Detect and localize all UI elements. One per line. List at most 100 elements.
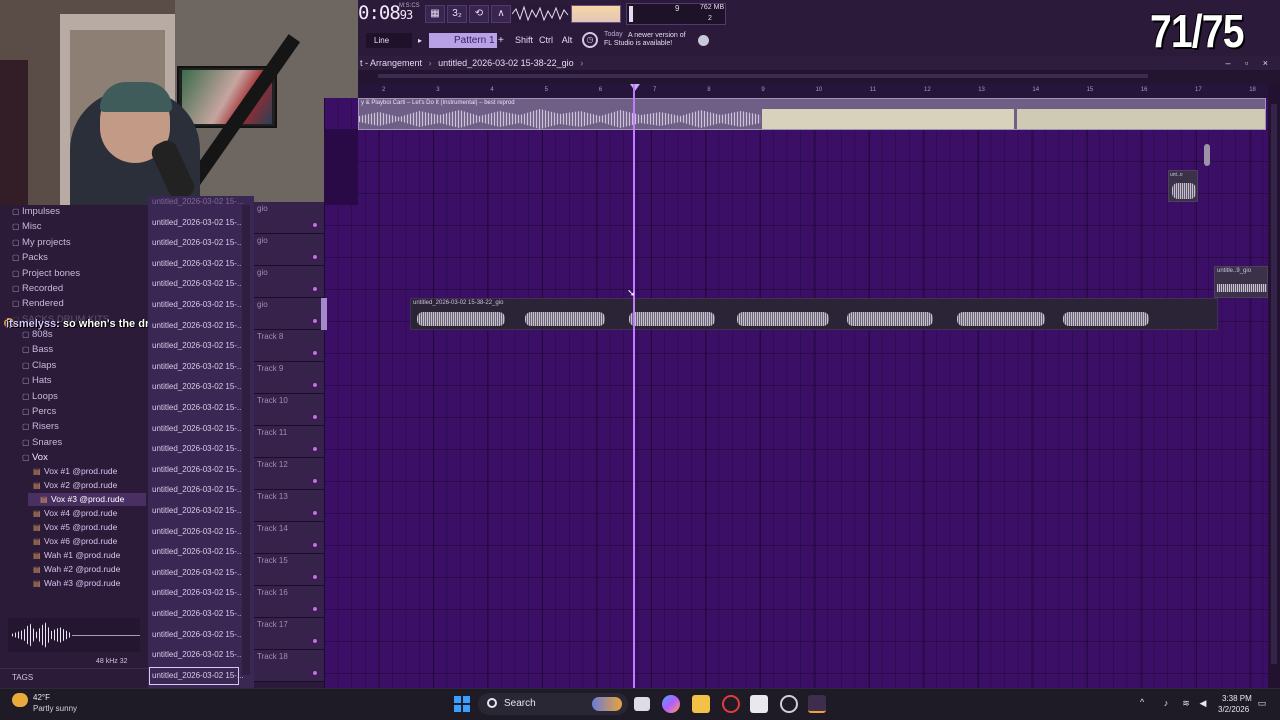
file-list-scrollbar[interactable] [242, 205, 250, 675]
step-edit-icon[interactable]: ⟲ [469, 5, 489, 23]
file-item[interactable]: untitled_2026-03-02 15-... [152, 424, 244, 433]
fl-studio-icon[interactable] [808, 695, 826, 713]
track-header[interactable]: Track 17 [254, 618, 324, 650]
file-item[interactable]: untitled_2026-03-02 15-... [152, 259, 244, 268]
timeline-ruler[interactable]: 2 3 4 5 6 7 8 9 10 11 12 13 14 15 16 17 18 [358, 84, 1268, 98]
file-explorer-icon[interactable] [692, 695, 710, 713]
browser-item[interactable]: ▢ Rendered [12, 298, 64, 309]
sample-file[interactable]: ▤ Wah #1 @prod.rude [33, 550, 120, 560]
window-buttons[interactable]: – ▫ × [1226, 56, 1274, 70]
snap-selector[interactable]: Line [366, 33, 412, 48]
weather-description[interactable]: Partly sunny [33, 704, 77, 713]
pattern-selector[interactable]: Pattern 1 [429, 33, 497, 48]
track-header[interactable]: Track 18 [254, 650, 324, 682]
track-enable-icon[interactable] [312, 478, 318, 484]
taskbar-time[interactable]: 3:38 PM [1222, 694, 1252, 703]
track-header[interactable]: Track 14 [254, 522, 324, 554]
browser-subfolder[interactable]: ▢ Bass [22, 344, 53, 355]
notifications-icon[interactable]: ▭ [1256, 697, 1268, 709]
search-highlight-icon[interactable] [592, 697, 622, 711]
file-item[interactable]: untitled_2026-03-02 15-... [152, 485, 244, 494]
browser-item[interactable]: ▢ My projects [12, 237, 71, 248]
browser-subfolder[interactable]: ▢ Risers [22, 421, 59, 432]
sample-file[interactable]: ▤ Vox #2 @prod.rude [33, 480, 117, 490]
track-enable-icon[interactable] [312, 254, 318, 260]
task-view-icon[interactable] [634, 697, 650, 711]
track-enable-icon[interactable] [312, 446, 318, 452]
news-text-line2[interactable]: FL Studio is available! [604, 40, 672, 47]
track-header[interactable]: Track 16 [254, 586, 324, 618]
track-enable-icon[interactable] [312, 574, 318, 580]
file-item[interactable]: untitled_2026-03-02 15-... [152, 444, 244, 453]
wifi-icon[interactable]: ≋ [1180, 697, 1192, 709]
news-clock-icon[interactable]: ◷ [582, 32, 598, 48]
arrangement-grid[interactable] [324, 98, 1268, 688]
sample-file[interactable]: ▤ Wah #3 @prod.rude [33, 578, 120, 588]
browser-subfolder[interactable]: ▢ Hats [22, 375, 52, 386]
file-item[interactable]: untitled_2026-03-02 15-... [152, 609, 244, 618]
file-item[interactable]: untitled_2026-03-02 15-... [152, 341, 244, 350]
vocal-audio-clip[interactable]: untitled_2026-03-02 15-38-22_gio [410, 298, 1218, 330]
track-enable-icon[interactable] [312, 542, 318, 548]
copilot-icon[interactable] [662, 695, 680, 713]
browser-item[interactable]: ▢ Impulses [12, 206, 60, 217]
track-header[interactable]: gio [254, 202, 324, 234]
file-item[interactable]: untitled_2026-03-02 15-... [152, 403, 244, 412]
tray-chevron-icon[interactable]: ^ [1140, 697, 1144, 707]
track-header[interactable]: Track 11 [254, 426, 324, 458]
small-audio-clip[interactable]: unt..o [1168, 170, 1198, 202]
taskbar-date[interactable]: 3/2/2026 [1218, 705, 1249, 714]
vertical-scrollbar[interactable] [1268, 84, 1280, 688]
file-item[interactable]: untitled_2026-03-02 15-... [152, 300, 244, 309]
weather-temperature[interactable]: 42°F [33, 693, 50, 702]
volume-icon[interactable]: ◀ [1197, 697, 1209, 709]
track-enable-icon[interactable] [312, 286, 318, 292]
file-item[interactable]: untitled_2026-03-02 15-... [152, 382, 244, 391]
playlist-title-bar[interactable]: t - Arrangement › untitled_2026-03-02 15… [358, 56, 1280, 70]
search-label[interactable]: Search [504, 698, 536, 709]
browser-subfolder[interactable]: ▢ Claps [22, 360, 56, 371]
browser-subfolder[interactable]: ▢ Percs [22, 406, 56, 417]
store-icon[interactable] [750, 695, 768, 713]
browser-item[interactable]: ▢ Recorded [12, 283, 63, 294]
sample-file[interactable]: ▤ Vox #3 @prod.rude [40, 494, 124, 504]
track-enable-icon[interactable] [312, 670, 318, 676]
file-item[interactable]: untitled_2026-03-02 15-... [152, 547, 244, 556]
file-item[interactable]: untitled_2026-03-02 15-... [152, 630, 244, 639]
countdown-icon[interactable]: 3₂ [447, 5, 467, 23]
track-header[interactable]: gio [254, 266, 324, 298]
track-enable-icon[interactable] [312, 510, 318, 516]
track-enable-icon[interactable] [312, 606, 318, 612]
track-enable-icon[interactable] [312, 382, 318, 388]
globe-icon[interactable] [698, 35, 709, 46]
track-enable-icon[interactable] [312, 350, 318, 356]
sample-file[interactable]: ▤ Vox #4 @prod.rude [33, 508, 117, 518]
file-item[interactable]: untitled_2026-03-02 15-... [152, 588, 244, 597]
browser-item[interactable]: ▢ Packs [12, 252, 48, 263]
typing-keyboard-icon[interactable]: ▦ [425, 5, 445, 23]
track-enable-icon[interactable] [312, 414, 318, 420]
track-header[interactable]: Track 13 [254, 490, 324, 522]
search-icon[interactable] [487, 698, 497, 708]
browser-subfolder[interactable]: ▢ 808s [22, 329, 53, 340]
weather-icon[interactable] [12, 693, 28, 707]
file-item[interactable]: untitled_2026-03-02 15-... [152, 506, 244, 515]
sample-file[interactable]: ▤ Vox #5 @prod.rude [33, 522, 117, 532]
browser-subfolder[interactable]: ▢ Vox [22, 452, 48, 463]
sample-file[interactable]: ▤ Vox #6 @prod.rude [33, 536, 117, 546]
track-enable-icon[interactable] [312, 638, 318, 644]
news-text[interactable]: A newer version of [628, 31, 698, 40]
add-pattern-button[interactable]: + [498, 33, 510, 48]
metronome-icon[interactable]: ∧ [491, 5, 511, 23]
opera-icon[interactable] [722, 695, 740, 713]
tail-audio-clip[interactable]: untitle..9_gio [1214, 266, 1268, 298]
sample-file[interactable]: ▤ Vox #1 @prod.rude [33, 466, 117, 476]
track-header[interactable]: Track 9 [254, 362, 324, 394]
ctrl-button[interactable]: Ctrl [537, 33, 555, 48]
beat-audio-clip[interactable]: y & Playboi Carti – Let's Do It (Instrum… [358, 98, 1266, 130]
song-position-marker[interactable] [630, 84, 640, 91]
breadcrumb[interactable]: untitled_2026-03-02 15-38-22_gio [438, 58, 574, 68]
small-audio-clip-top[interactable] [1200, 130, 1212, 170]
pattern-play-icon[interactable]: ▸ [418, 33, 428, 48]
track-enable-icon[interactable] [312, 318, 318, 324]
